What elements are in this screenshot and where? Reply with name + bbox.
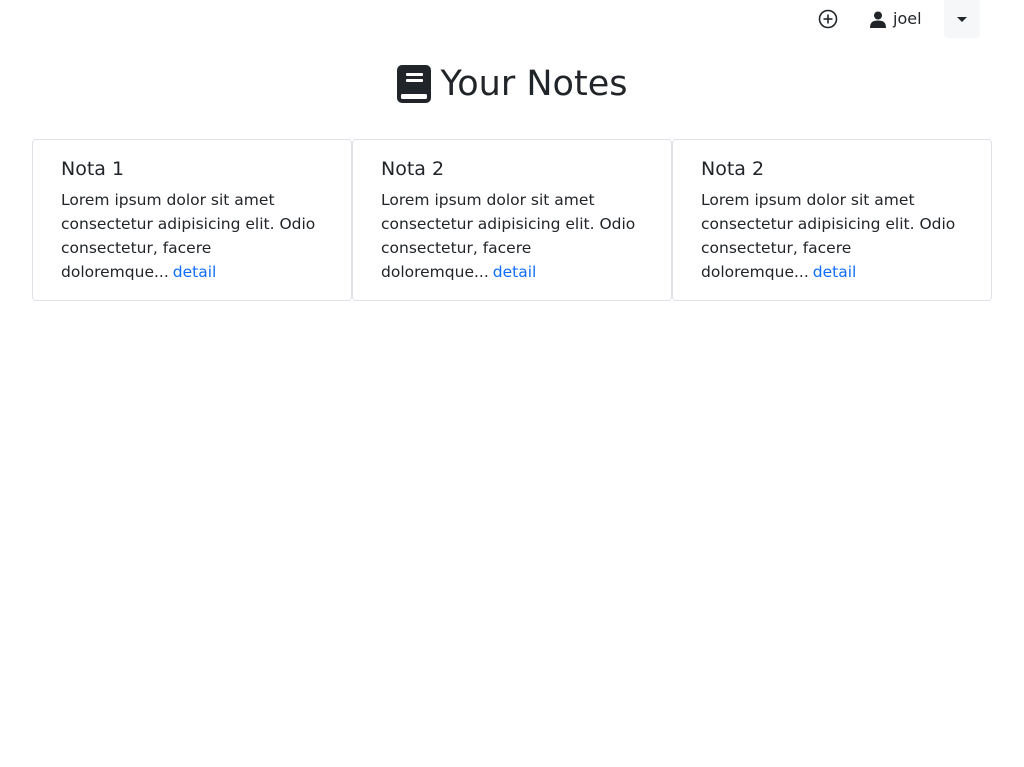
user-name: joel [893,9,922,28]
note-card: Nota 1 Lorem ipsum dolor sit amet consec… [32,139,352,301]
note-card: Nota 2 Lorem ipsum dolor sit amet consec… [672,139,992,301]
page-title: Your Notes [440,64,628,104]
note-title: Nota 1 [61,158,125,180]
book-icon [396,65,431,103]
note-excerpt: Lorem ipsum dolor sit amet consectetur a… [381,188,643,284]
note-card: Nota 2 Lorem ipsum dolor sit amet consec… [352,139,672,301]
user-menu-link[interactable]: joel [869,8,922,30]
user-icon [869,10,887,28]
note-detail-link[interactable]: detail [173,263,217,281]
circle-plus-icon [818,9,838,29]
note-title: Nota 2 [701,158,765,180]
note-excerpt: Lorem ipsum dolor sit amet consectetur a… [701,188,963,284]
top-navbar: joel [0,0,1024,38]
note-detail-link[interactable]: detail [493,263,537,281]
page-header: Your Notes [0,62,1024,106]
caret-down-icon [957,16,967,22]
notes-grid: Nota 1 Lorem ipsum dolor sit amet consec… [32,139,992,301]
note-title: Nota 2 [381,158,445,180]
add-note-button[interactable] [817,8,839,30]
note-detail-link[interactable]: detail [813,263,857,281]
note-excerpt: Lorem ipsum dolor sit amet consectetur a… [61,188,323,284]
user-dropdown-toggle[interactable] [944,0,980,38]
